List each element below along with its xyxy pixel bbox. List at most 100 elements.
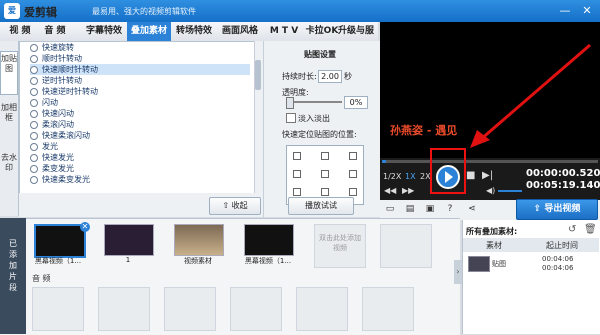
open-folder-icon[interactable]: ▤ — [404, 203, 416, 215]
speed-double[interactable]: 2X — [420, 172, 431, 181]
audio-slot[interactable] — [362, 287, 414, 331]
rewind-icon[interactable]: ◀◀ — [384, 186, 396, 195]
effect-item[interactable]: 发光 — [30, 141, 58, 152]
effect-item[interactable]: 快速柔变发光 — [30, 174, 90, 185]
app-logo-icon: 爱 — [4, 3, 20, 19]
position-bottom-center[interactable] — [321, 188, 329, 196]
position-middle-right[interactable] — [349, 170, 357, 178]
position-bottom-right[interactable] — [349, 188, 357, 196]
effect-item[interactable]: 闪动 — [30, 97, 58, 108]
timeline-clip[interactable] — [174, 224, 224, 256]
playback-progress-bar[interactable] — [382, 160, 598, 163]
save-icon[interactable]: ▣ — [424, 203, 436, 215]
fade-checkbox[interactable] — [286, 113, 296, 123]
effect-item[interactable]: 快速旋转 — [30, 42, 74, 53]
sticker-settings-panel: 贴图设置 持续时长: 2.00 秒 透明度: 0% 淡入淡出 快速定位贴图的位置… — [263, 41, 380, 217]
speed-half[interactable]: 1/2X — [383, 172, 401, 181]
opacity-slider-handle[interactable] — [286, 97, 294, 109]
tab-picture-style[interactable]: 画面风格 — [218, 22, 262, 41]
timeline-clip[interactable] — [104, 224, 154, 256]
opacity-slider[interactable] — [286, 101, 342, 103]
collapse-label: 收起 — [231, 201, 248, 210]
effect-item[interactable]: 快速发光 — [30, 152, 74, 163]
speed-normal[interactable]: 1X — [405, 172, 416, 181]
timeline-clip[interactable] — [244, 224, 294, 256]
timeline-side-label: 已添加片段 — [0, 218, 26, 334]
close-icon[interactable]: ✕ — [578, 2, 596, 20]
try-play-button[interactable]: 播放试试 — [288, 197, 354, 215]
tab-subtitle-effects[interactable]: 字幕特效 — [82, 22, 126, 41]
add-video-slot[interactable]: 双击此处添加视频 — [314, 224, 366, 268]
duration-unit: 秒 — [344, 72, 352, 81]
clip-name: 黑幕视频（1... — [244, 257, 292, 265]
step-forward-icon[interactable]: ▶| — [482, 170, 493, 181]
position-center[interactable] — [321, 170, 329, 178]
minimize-icon[interactable]: — — [556, 2, 574, 20]
annotation-arrow-icon — [470, 43, 591, 148]
undo-icon[interactable]: ↺ — [568, 224, 576, 235]
position-bottom-left[interactable] — [293, 188, 301, 196]
effect-label: 柔滚闪动 — [42, 120, 74, 129]
duration-input[interactable]: 2.00 — [318, 70, 342, 83]
title-bar — [0, 0, 600, 22]
empty-slot[interactable] — [380, 224, 432, 268]
stop-icon[interactable]: ■ — [466, 170, 475, 181]
fast-forward-icon[interactable]: ▶▶ — [402, 186, 414, 195]
audio-slot[interactable] — [230, 287, 282, 331]
effect-item-selected[interactable]: 快速顺时针转动 — [30, 64, 250, 75]
radio-icon — [30, 87, 38, 96]
radio-icon — [30, 76, 38, 85]
panel-collapse-icon[interactable]: › — [454, 260, 462, 284]
effect-item[interactable]: 顺时针转动 — [30, 53, 82, 64]
effect-item[interactable]: 快速柔滚闪动 — [30, 130, 90, 141]
radio-icon — [30, 142, 38, 151]
volume-slider[interactable] — [498, 190, 522, 192]
material-thumbnail[interactable] — [468, 256, 490, 272]
effect-label: 快速顺时针转动 — [42, 65, 98, 74]
position-top-right[interactable] — [349, 152, 357, 160]
side-nav-remove-watermark[interactable]: 去水印 — [1, 151, 17, 193]
audio-slot[interactable] — [296, 287, 348, 331]
effect-item[interactable]: 快速逆时针转动 — [30, 86, 98, 97]
audio-slot[interactable] — [98, 287, 150, 331]
tab-upgrade-service[interactable]: 升级与服务 — [334, 22, 378, 55]
material-name[interactable]: 贴图 — [492, 259, 506, 269]
position-middle-left[interactable] — [293, 170, 301, 178]
opacity-value[interactable]: 0% — [344, 96, 368, 109]
tab-overlay-material[interactable]: 叠加素材 — [127, 22, 171, 41]
tab-mtv[interactable]: M T V — [266, 22, 302, 41]
remove-clip-icon[interactable]: ✕ — [80, 222, 90, 232]
position-label: 快速定位贴图的位置: — [282, 130, 357, 139]
position-top-center[interactable] — [321, 152, 329, 160]
collapse-button[interactable]: ⇧ 收起 — [209, 197, 261, 215]
effect-item[interactable]: 柔滚闪动 — [30, 119, 74, 130]
tab-audio[interactable]: 音 频 — [38, 22, 72, 41]
material-end: 00:04:06 — [542, 264, 574, 272]
clip-name: 1 — [125, 256, 131, 264]
help-icon[interactable]: ? — [444, 203, 456, 215]
timeline-clip[interactable] — [34, 224, 86, 258]
tab-video[interactable]: 视 频 — [4, 22, 36, 41]
tab-transition-effects[interactable]: 转场特效 — [172, 22, 216, 41]
position-top-left[interactable] — [293, 152, 301, 160]
side-nav-add-sticker[interactable]: 加贴图 — [0, 51, 18, 95]
effect-item[interactable]: 快速闪动 — [30, 108, 74, 119]
radio-icon — [30, 65, 38, 74]
position-grid — [286, 145, 364, 205]
effect-label: 柔变发光 — [42, 164, 74, 173]
share-icon[interactable]: ⋖ — [466, 203, 478, 215]
radio-icon — [30, 98, 38, 107]
scrollbar-thumb[interactable] — [255, 60, 261, 90]
materials-table-header — [463, 238, 599, 252]
fullscreen-icon[interactable]: ▭ — [384, 203, 396, 215]
volume-icon[interactable]: ◀) — [486, 186, 495, 195]
audio-slot[interactable] — [164, 287, 216, 331]
effect-label: 快速逆时针转动 — [42, 87, 98, 96]
audio-slot[interactable] — [32, 287, 84, 331]
side-nav-add-frame[interactable]: 加相框 — [1, 101, 17, 143]
delete-icon[interactable]: 🗑 — [584, 224, 597, 235]
current-time: 00:00:00.520 — [526, 168, 600, 179]
effect-item[interactable]: 逆时针转动 — [30, 75, 82, 86]
effect-item[interactable]: 柔变发光 — [30, 163, 74, 174]
export-video-button[interactable]: ⇪ 导出视频 — [516, 199, 598, 220]
